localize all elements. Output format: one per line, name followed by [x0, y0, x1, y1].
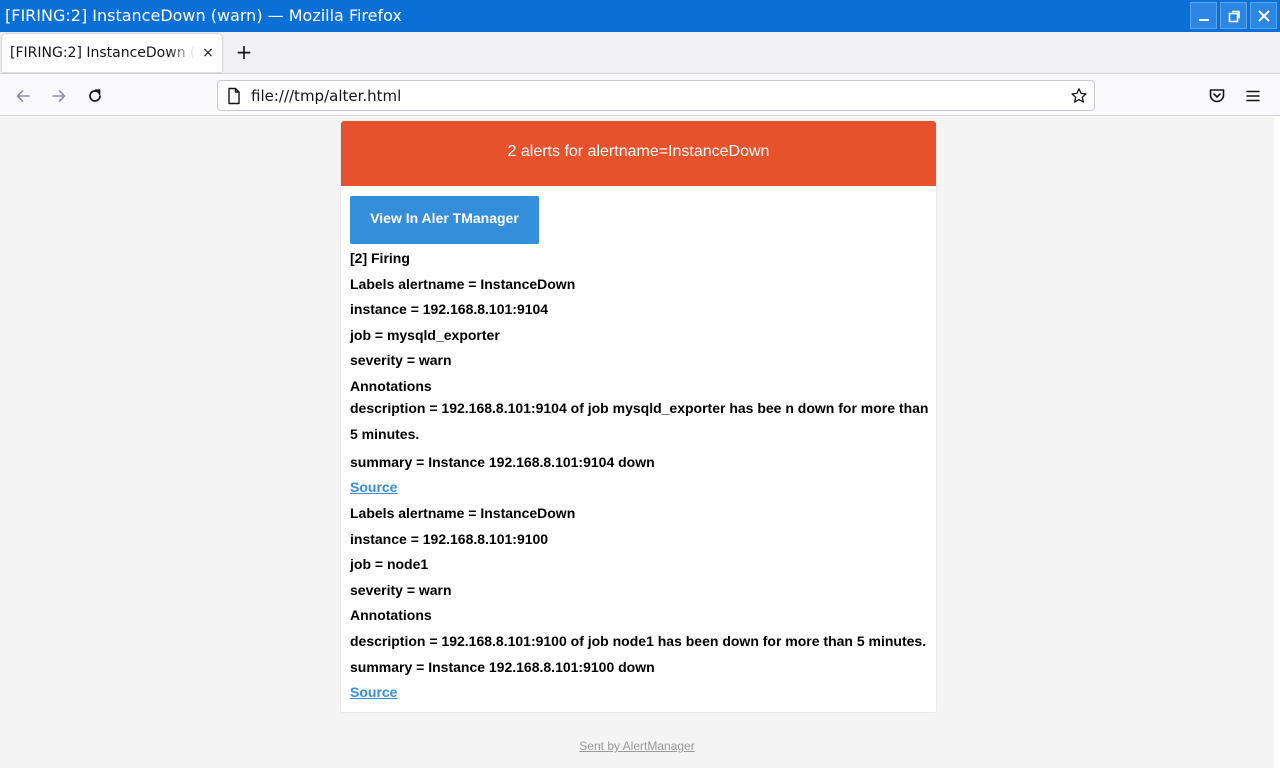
- alert-severity: severity = warn: [350, 352, 452, 368]
- maximize-icon[interactable]: [1220, 2, 1247, 29]
- page-icon: [226, 87, 242, 105]
- reload-icon[interactable]: [82, 83, 108, 109]
- alert-email: 2 alerts for alertname=InstanceDown View…: [340, 120, 937, 713]
- footer: Sent by AlertManager: [0, 739, 1274, 753]
- url-text[interactable]: file:///tmp/alter.html: [251, 87, 401, 105]
- alert-description: description = 192.168.8.101:9100 of job …: [350, 633, 927, 649]
- alert-instance: instance = 192.168.8.101:9104: [350, 301, 549, 317]
- bookmark-star-icon[interactable]: [1070, 87, 1088, 105]
- view-in-alertmanager-button[interactable]: View In Aler TManager: [350, 196, 539, 244]
- page-content: 2 alerts for alertname=InstanceDown View…: [0, 117, 1274, 768]
- alert-header: 2 alerts for alertname=InstanceDown: [341, 121, 936, 186]
- alert-description: description = 192.168.8.101:9104 of job …: [350, 400, 929, 442]
- alert-summary: summary = Instance 192.168.8.101:9100 do…: [350, 659, 655, 675]
- tab-close-icon[interactable]: ×: [199, 44, 217, 62]
- alert-job: job = node1: [350, 556, 429, 572]
- new-tab-icon[interactable]: +: [232, 40, 256, 64]
- close-icon[interactable]: [1250, 2, 1277, 29]
- alert-summary: summary = Instance 192.168.8.101:9104 do…: [350, 454, 655, 470]
- scrollbar-edge: [1274, 117, 1280, 768]
- alert-annotations-heading: Annotations: [350, 607, 432, 623]
- alert-labels-alertname: Labels alertname = InstanceDown: [350, 505, 576, 521]
- alert-labels-alertname: Labels alertname = InstanceDown: [350, 276, 576, 292]
- alert-source-link[interactable]: Source: [350, 477, 397, 497]
- url-bar[interactable]: file:///tmp/alter.html: [217, 80, 1095, 111]
- window-title: [FIRING:2] InstanceDown (warn) — Mozilla…: [5, 6, 402, 25]
- alert-job: job = mysqld_exporter: [350, 327, 500, 343]
- alert-source-link[interactable]: Source: [350, 682, 397, 702]
- minimize-icon[interactable]: [1190, 2, 1217, 29]
- window-titlebar: [FIRING:2] InstanceDown (warn) — Mozilla…: [0, 0, 1280, 32]
- tab-alert[interactable]: [FIRING:2] InstanceDown (warn) ×: [2, 34, 222, 72]
- tab-strip: [FIRING:2] InstanceDown (warn) × +: [0, 32, 1280, 74]
- alert-severity: severity = warn: [350, 582, 452, 598]
- alert-annotations-heading: Annotations: [350, 378, 432, 394]
- tab-label: [FIRING:2] InstanceDown (warn): [10, 45, 196, 61]
- forward-icon[interactable]: [46, 83, 72, 109]
- navigation-bar: file:///tmp/alter.html: [0, 75, 1280, 116]
- hamburger-menu-icon[interactable]: [1243, 86, 1263, 106]
- back-icon[interactable]: [10, 83, 36, 109]
- sent-by-alertmanager-link[interactable]: Sent by AlertManager: [579, 739, 694, 753]
- pocket-icon[interactable]: [1207, 86, 1227, 106]
- alert-instance: instance = 192.168.8.101:9100: [350, 531, 549, 547]
- firing-count: [2] Firing: [350, 250, 410, 266]
